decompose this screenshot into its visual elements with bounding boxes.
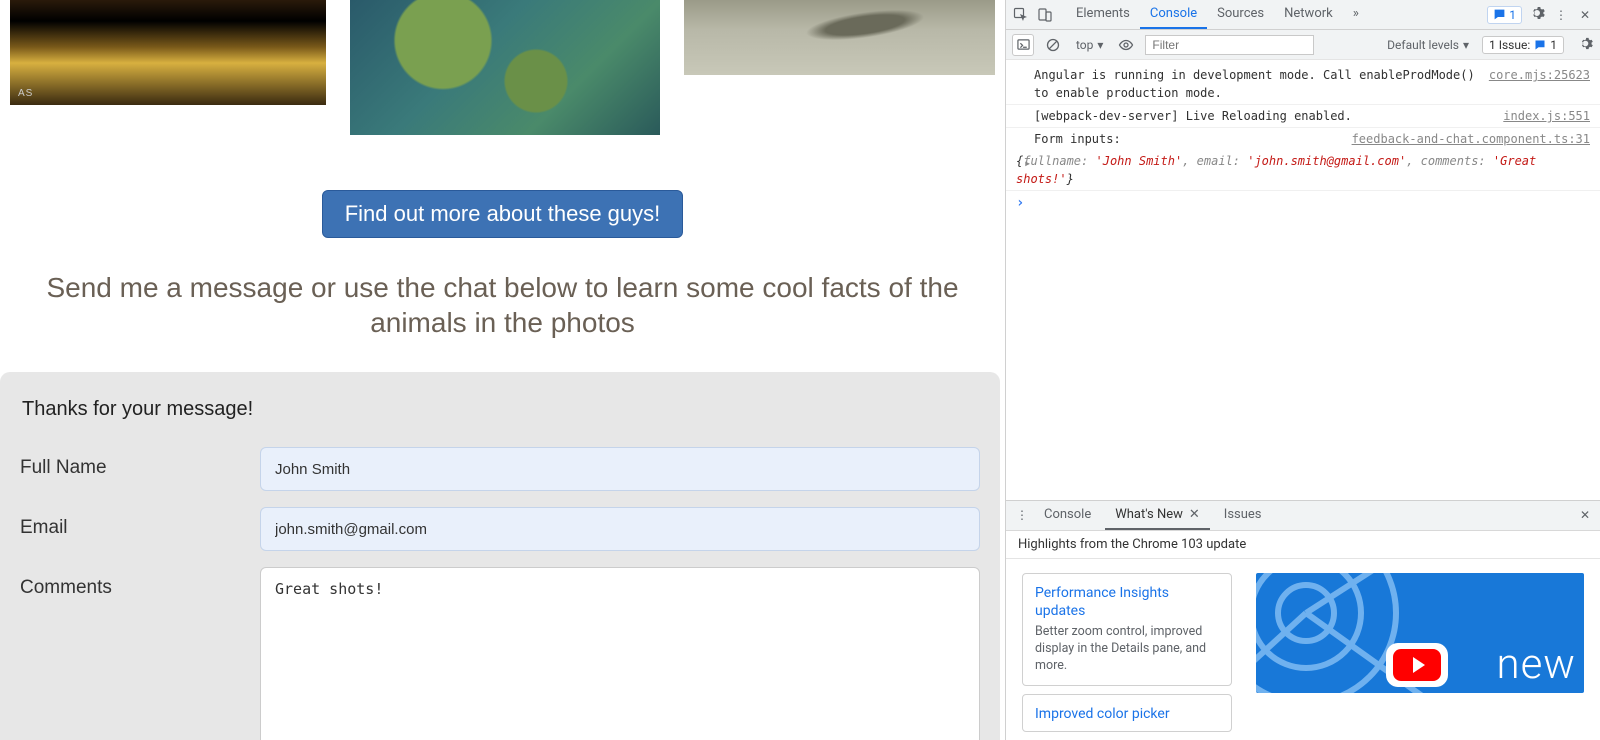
- console-sidebar-toggle-icon[interactable]: [1012, 34, 1034, 56]
- fullname-input[interactable]: [260, 447, 980, 491]
- fullname-label: Full Name: [20, 447, 260, 479]
- whatsnew-promo[interactable]: new: [1256, 573, 1584, 693]
- gallery-photo: [350, 0, 661, 135]
- gallery-photo: [10, 0, 326, 105]
- console-filter-input[interactable]: [1145, 35, 1314, 55]
- console-log-row: index.js:551 [webpack-dev-server] Live R…: [1006, 105, 1600, 128]
- find-out-more-button[interactable]: Find out more about these guys!: [322, 190, 684, 238]
- console-log-row: feedback-and-chat.component.ts:31 Form i…: [1006, 128, 1600, 150]
- tab-more[interactable]: »: [1343, 0, 1369, 29]
- devtools-drawer: ⋮ Console What's New ✕ Issues ✕ Highligh…: [1006, 500, 1600, 740]
- chevron-down-icon: ▾: [1097, 38, 1103, 52]
- card-title: Performance Insights updates: [1035, 584, 1219, 620]
- drawer-tab-whatsnew[interactable]: What's New ✕: [1105, 501, 1210, 530]
- drawer-tab-issues[interactable]: Issues: [1214, 501, 1272, 530]
- devtools-top-toolbar: Elements Console Sources Network » 1 ⋮ ✕: [1006, 0, 1600, 30]
- log-levels-label: Default levels: [1387, 38, 1459, 52]
- whatsnew-card[interactable]: Performance Insights updates Better zoom…: [1022, 573, 1232, 686]
- devtools-close-icon[interactable]: ✕: [1576, 8, 1594, 22]
- expand-object-icon[interactable]: ▸: [1024, 154, 1031, 172]
- tab-elements[interactable]: Elements: [1066, 0, 1140, 29]
- whatsnew-subtitle: Highlights from the Chrome 103 update: [1006, 531, 1600, 559]
- youtube-play-icon: [1386, 643, 1448, 687]
- thanks-message: Thanks for your message!: [20, 398, 980, 421]
- more-options-icon[interactable]: ⋮: [1552, 8, 1570, 22]
- whatsnew-card[interactable]: Improved color picker: [1022, 694, 1232, 732]
- messages-count: 1: [1509, 8, 1516, 22]
- inspect-element-icon[interactable]: [1012, 6, 1030, 24]
- console-object-row: ▸ {fullname: 'John Smith', email: 'john.…: [1006, 150, 1600, 191]
- console-log-row: core.mjs:25623 Angular is running in dev…: [1006, 64, 1600, 105]
- tab-console[interactable]: Console: [1140, 0, 1207, 29]
- log-text: [webpack-dev-server] Live Reloading enab…: [1034, 109, 1352, 123]
- devtools-panel: Elements Console Sources Network » 1 ⋮ ✕: [1005, 0, 1600, 740]
- chevron-down-icon: ▾: [1463, 38, 1469, 52]
- console-toolbar: top ▾ Default levels ▾ 1 Issue: 1: [1006, 30, 1600, 60]
- comments-label: Comments: [20, 567, 260, 599]
- email-label: Email: [20, 507, 260, 539]
- log-text: Angular is running in development mode. …: [1034, 68, 1475, 100]
- card-title: Improved color picker: [1035, 705, 1219, 723]
- issues-count: 1: [1550, 38, 1557, 52]
- execution-context-label: top: [1076, 38, 1093, 52]
- feedback-form: Thanks for your message! Full Name Email…: [0, 372, 1000, 740]
- tab-sources[interactable]: Sources: [1207, 0, 1274, 29]
- promo-text: new: [1497, 640, 1577, 689]
- device-toolbar-icon[interactable]: [1036, 6, 1054, 24]
- gallery-photo: [684, 0, 995, 75]
- contact-heading: Send me a message or use the chat below …: [0, 270, 1005, 340]
- settings-icon[interactable]: [1528, 5, 1546, 24]
- clear-console-icon[interactable]: [1042, 34, 1064, 56]
- issues-label: 1 Issue:: [1489, 38, 1530, 52]
- source-link[interactable]: core.mjs:25623: [1489, 66, 1590, 84]
- card-description: Better zoom control, improved display in…: [1035, 624, 1219, 675]
- console-settings-icon[interactable]: [1576, 36, 1594, 54]
- source-link[interactable]: feedback-and-chat.component.ts:31: [1352, 130, 1590, 148]
- close-tab-icon[interactable]: ✕: [1189, 507, 1200, 522]
- drawer-tab-label: What's New: [1115, 507, 1183, 522]
- tab-network[interactable]: Network: [1274, 0, 1343, 29]
- log-text: Form inputs:: [1034, 132, 1121, 146]
- drawer-menu-icon[interactable]: ⋮: [1012, 508, 1030, 522]
- drawer-close-icon[interactable]: ✕: [1576, 508, 1594, 522]
- comments-textarea[interactable]: [260, 567, 980, 740]
- source-link[interactable]: index.js:551: [1503, 107, 1590, 125]
- image-gallery: [0, 0, 1005, 135]
- console-output[interactable]: core.mjs:25623 Angular is running in dev…: [1006, 60, 1600, 500]
- issues-chip[interactable]: 1 Issue: 1: [1482, 36, 1564, 54]
- messages-badge[interactable]: 1: [1487, 6, 1522, 24]
- console-prompt[interactable]: [1006, 191, 1600, 215]
- log-levels-selector[interactable]: Default levels ▾: [1382, 37, 1474, 53]
- email-input[interactable]: [260, 507, 980, 551]
- execution-context-selector[interactable]: top ▾: [1072, 38, 1107, 52]
- drawer-tab-console[interactable]: Console: [1034, 501, 1101, 530]
- live-expression-icon[interactable]: [1115, 34, 1137, 56]
